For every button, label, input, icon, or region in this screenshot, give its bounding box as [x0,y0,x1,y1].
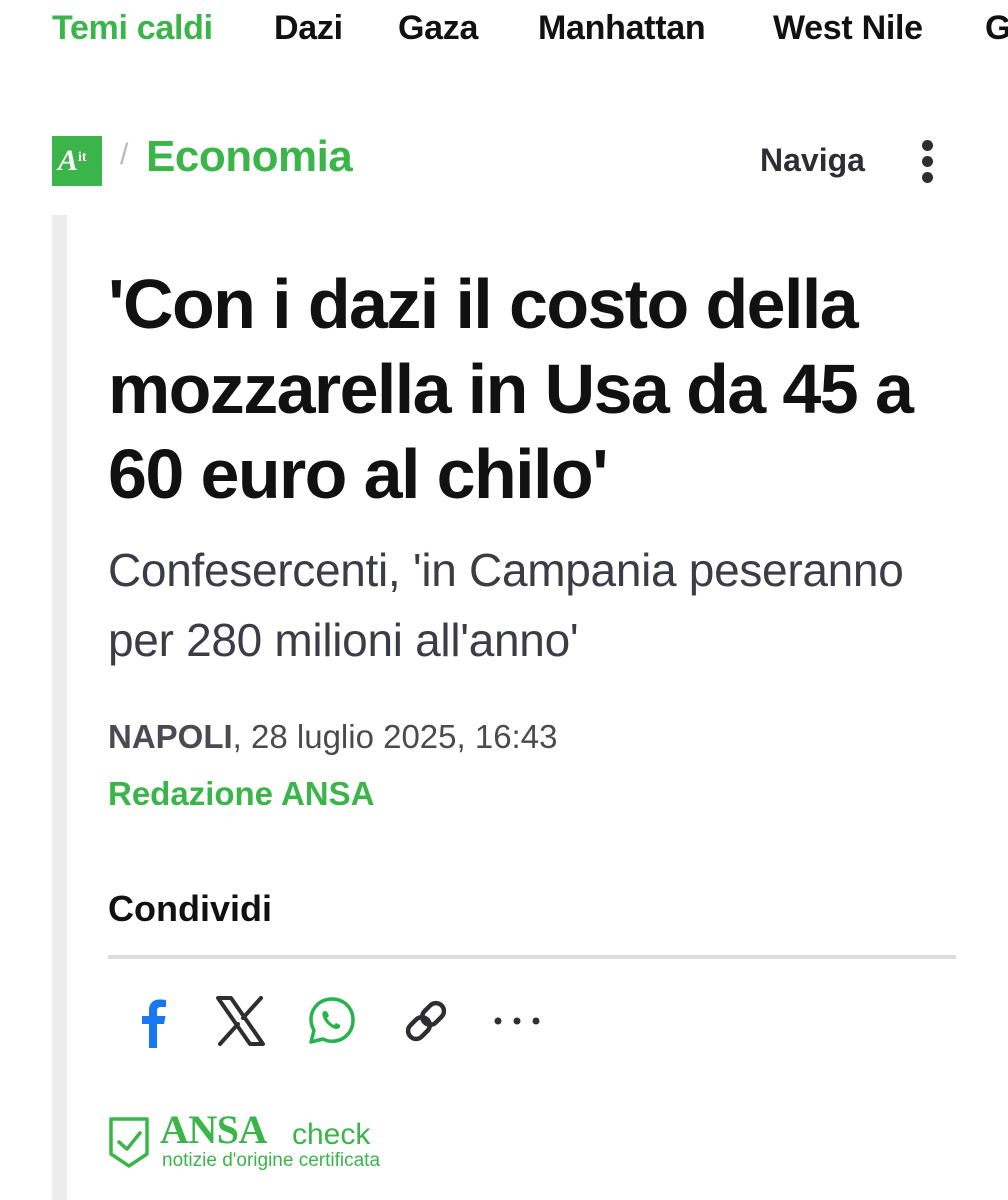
dateline-city: NAPOLI [108,718,233,755]
breadcrumb-separator: / [120,138,129,171]
left-rail [52,215,67,1200]
ansa-check-word: check [292,1118,371,1151]
topic-link-west-nile[interactable]: West Nile [773,9,923,48]
share-divider [108,955,956,959]
article-byline[interactable]: Redazione ANSA [108,775,374,813]
section-title[interactable]: Economia [146,132,353,182]
article-headline: 'Con i dazi il costo della mozzarella in… [108,265,914,513]
more-options-icon[interactable] [490,992,546,1050]
logo-letter: A [58,144,79,177]
naviga-button[interactable]: Naviga [760,142,865,179]
shield-check-icon [109,1117,149,1168]
ansa-check-brand: ANSA [160,1107,267,1152]
topic-link-gaza[interactable]: Gaza [398,9,478,48]
x-icon[interactable] [212,992,268,1050]
hot-topics-bar: Temi caldi Dazi Gaza Manhattan West Nile… [0,0,1008,58]
link-icon[interactable] [398,992,454,1050]
ansa-check-badge[interactable]: ANSA check notizie d'origine certificata [108,1107,428,1172]
article-dateline: NAPOLI, 28 luglio 2025, 16:43 [108,718,557,756]
logo-suffix: it [78,150,87,165]
ansa-check-tagline: notizie d'origine certificata [162,1150,381,1171]
topic-link-truncated[interactable]: G [985,9,1008,48]
share-label: Condividi [108,888,272,929]
topic-link-dazi[interactable]: Dazi [274,9,343,48]
article-subtitle: Confesercenti, 'in Campania peseranno pe… [108,544,904,666]
facebook-icon[interactable] [126,992,182,1050]
topic-link-manhattan[interactable]: Manhattan [538,9,706,48]
kebab-menu-icon[interactable] [918,140,936,184]
ansa-it-logo[interactable]: A it [52,136,102,186]
whatsapp-icon[interactable] [304,992,360,1050]
hot-topics-label: Temi caldi [52,9,213,47]
share-buttons [108,992,588,1052]
section-header: A it / Economia Naviga [0,128,1008,192]
dateline-date: , 28 luglio 2025, 16:43 [232,718,558,755]
